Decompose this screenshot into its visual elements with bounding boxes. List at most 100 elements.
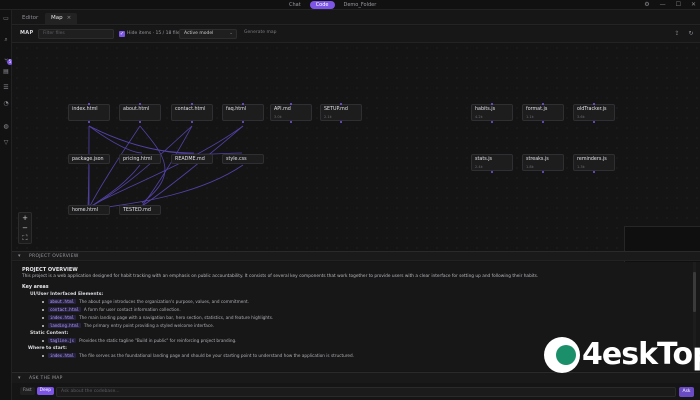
overview-header[interactable]: ▾ PROJECT OVERVIEW (12, 251, 700, 261)
close-icon[interactable]: × (67, 15, 72, 21)
node-port (340, 103, 342, 105)
node-label: habits.js (475, 107, 496, 112)
node-port (290, 121, 292, 123)
globe-icon[interactable]: ◍ (2, 123, 10, 131)
ask-input[interactable]: Ask about the codebase... (56, 387, 676, 397)
zoom-in-button[interactable]: + (19, 213, 31, 223)
fit-view-button[interactable]: ⛶ (19, 233, 31, 243)
node-label: package.json (72, 157, 104, 162)
files-icon[interactable]: ▭ (2, 15, 10, 23)
map-toolbar: MAP Filter files ✓ Hide items · 15 / 18 … (12, 26, 700, 43)
minimize-icon[interactable]: — (660, 1, 666, 9)
scrollbar-thumb[interactable] (693, 272, 696, 312)
list-item: about.html The about page introduces the … (42, 298, 690, 306)
file-code[interactable]: tagline.js (48, 338, 77, 343)
file-node[interactable]: habits.js 4.2k (471, 104, 513, 121)
file-node[interactable]: SETUP.md 2.1k (320, 104, 362, 121)
node-port (340, 121, 342, 123)
list-icon[interactable]: ☰ (2, 84, 10, 92)
overview-intro: This project is a web application design… (22, 274, 539, 279)
zoom-controls: + − ⛶ (18, 212, 32, 244)
list-item-text: Provides the static tagline "Build in pu… (79, 338, 237, 343)
file-node[interactable]: TESTED.md (119, 205, 161, 215)
search-icon[interactable]: ⌕ (2, 36, 10, 44)
file-node[interactable]: package.json (68, 154, 110, 164)
file-node[interactable]: oldTracker.js 3.6k (573, 104, 615, 121)
hide-items-label: Hide items · 15 / 18 files (127, 31, 182, 36)
file-node[interactable]: faq.html (222, 104, 264, 121)
tab-editor[interactable]: Editor (16, 13, 44, 24)
node-label: API.md (274, 107, 291, 112)
node-label: about.html (123, 107, 150, 112)
node-port (593, 171, 595, 173)
node-size: 2.4k (475, 165, 483, 169)
model-select-value: Active model (184, 31, 214, 36)
close-icon[interactable]: ✕ (691, 1, 696, 9)
upload-icon[interactable]: ⇪ (672, 29, 682, 39)
file-node[interactable]: index.html (68, 104, 110, 121)
model-select[interactable]: Active model ⌄ (179, 29, 237, 39)
tab-label: Map (51, 15, 63, 21)
list-item-text: The primary entry point providing a styl… (83, 323, 215, 328)
activity-rail: ▭ ⌕ ⑂ 5 ▤ ☰ ◔ ◍ ▽ (0, 10, 13, 400)
depth-toggle: Fast Deep (20, 387, 54, 395)
filter-input[interactable]: Filter files (38, 29, 114, 39)
file-node[interactable]: contact.html (171, 104, 213, 121)
overview-title: PROJECT OVERVIEW (22, 267, 78, 273)
chevron-down-icon: ⌄ (229, 31, 233, 36)
comment-icon[interactable]: ◔ (2, 100, 10, 108)
chevron-down-icon[interactable]: ▾ (18, 253, 21, 259)
mode-code[interactable]: Code (309, 1, 335, 9)
settings-icon[interactable]: ⚙ (644, 1, 649, 9)
node-port (242, 121, 244, 123)
node-label: oldTracker.js (577, 107, 607, 112)
node-port (88, 121, 90, 123)
file-code[interactable]: index.html (48, 315, 77, 320)
list-item-text: A form for user contact information coll… (83, 307, 181, 312)
map-canvas[interactable]: index.html about.html contact.html faq.h… (12, 43, 700, 286)
file-node[interactable]: style.css (222, 154, 264, 164)
node-size: 4.2k (475, 115, 483, 119)
node-label: faq.html (226, 107, 247, 112)
watermark-logo: 4eskTop (540, 337, 700, 383)
node-port (139, 121, 141, 123)
hide-items-checkbox[interactable]: ✓ (119, 31, 125, 37)
file-node[interactable]: stats.js 2.4k (471, 154, 513, 171)
file-node[interactable]: streaks.js 1.8k (522, 154, 564, 171)
list-item: contact.html A form for user contact info… (42, 306, 690, 314)
generate-map-button[interactable]: Generate map (244, 30, 276, 35)
section-heading: Static Content: (30, 331, 69, 336)
ask-header-title: ASK THE MAP (29, 376, 63, 381)
ask-button[interactable]: Ask (679, 387, 694, 397)
list-item: landing.html The primary entry point prov… (42, 322, 690, 330)
maximize-icon[interactable]: ☐ (676, 1, 681, 9)
mode-project[interactable]: Demo_Folder (338, 1, 383, 9)
tab-map[interactable]: Map × (45, 13, 78, 24)
fast-option[interactable]: Fast (20, 387, 35, 395)
node-port (290, 103, 292, 105)
list-item: index.html The main landing page with a n… (42, 314, 690, 322)
file-node[interactable]: reminders.js 1.3k (573, 154, 615, 171)
refresh-icon[interactable]: ↻ (686, 29, 696, 39)
zoom-out-button[interactable]: − (19, 223, 31, 233)
file-node[interactable]: home.html (68, 205, 110, 215)
node-label: SETUP.md (324, 107, 348, 112)
file-code[interactable]: landing.html (48, 323, 81, 328)
layers-icon[interactable]: ▤ (2, 68, 10, 76)
chevron-down-icon[interactable]: ▾ (18, 375, 21, 381)
file-node[interactable]: README.md (171, 154, 213, 164)
file-node[interactable]: API.md 3.0k (270, 104, 312, 121)
list-item-text: The about page introduces the organizati… (79, 299, 249, 304)
filter-icon[interactable]: ▽ (2, 139, 10, 147)
node-port (542, 103, 544, 105)
file-code[interactable]: contact.html (48, 307, 81, 312)
file-code[interactable]: index.html (48, 353, 77, 358)
file-code[interactable]: about.html (48, 299, 77, 304)
file-node[interactable]: pricing.html (119, 154, 161, 164)
node-size: 1.8k (526, 165, 534, 169)
file-node[interactable]: about.html (119, 104, 161, 121)
deep-option[interactable]: Deep (36, 387, 54, 395)
file-node[interactable]: format.js 1.1k (522, 104, 564, 121)
mode-chat[interactable]: Chat (283, 1, 307, 9)
editor-tabs: Editor Map × (12, 10, 700, 25)
